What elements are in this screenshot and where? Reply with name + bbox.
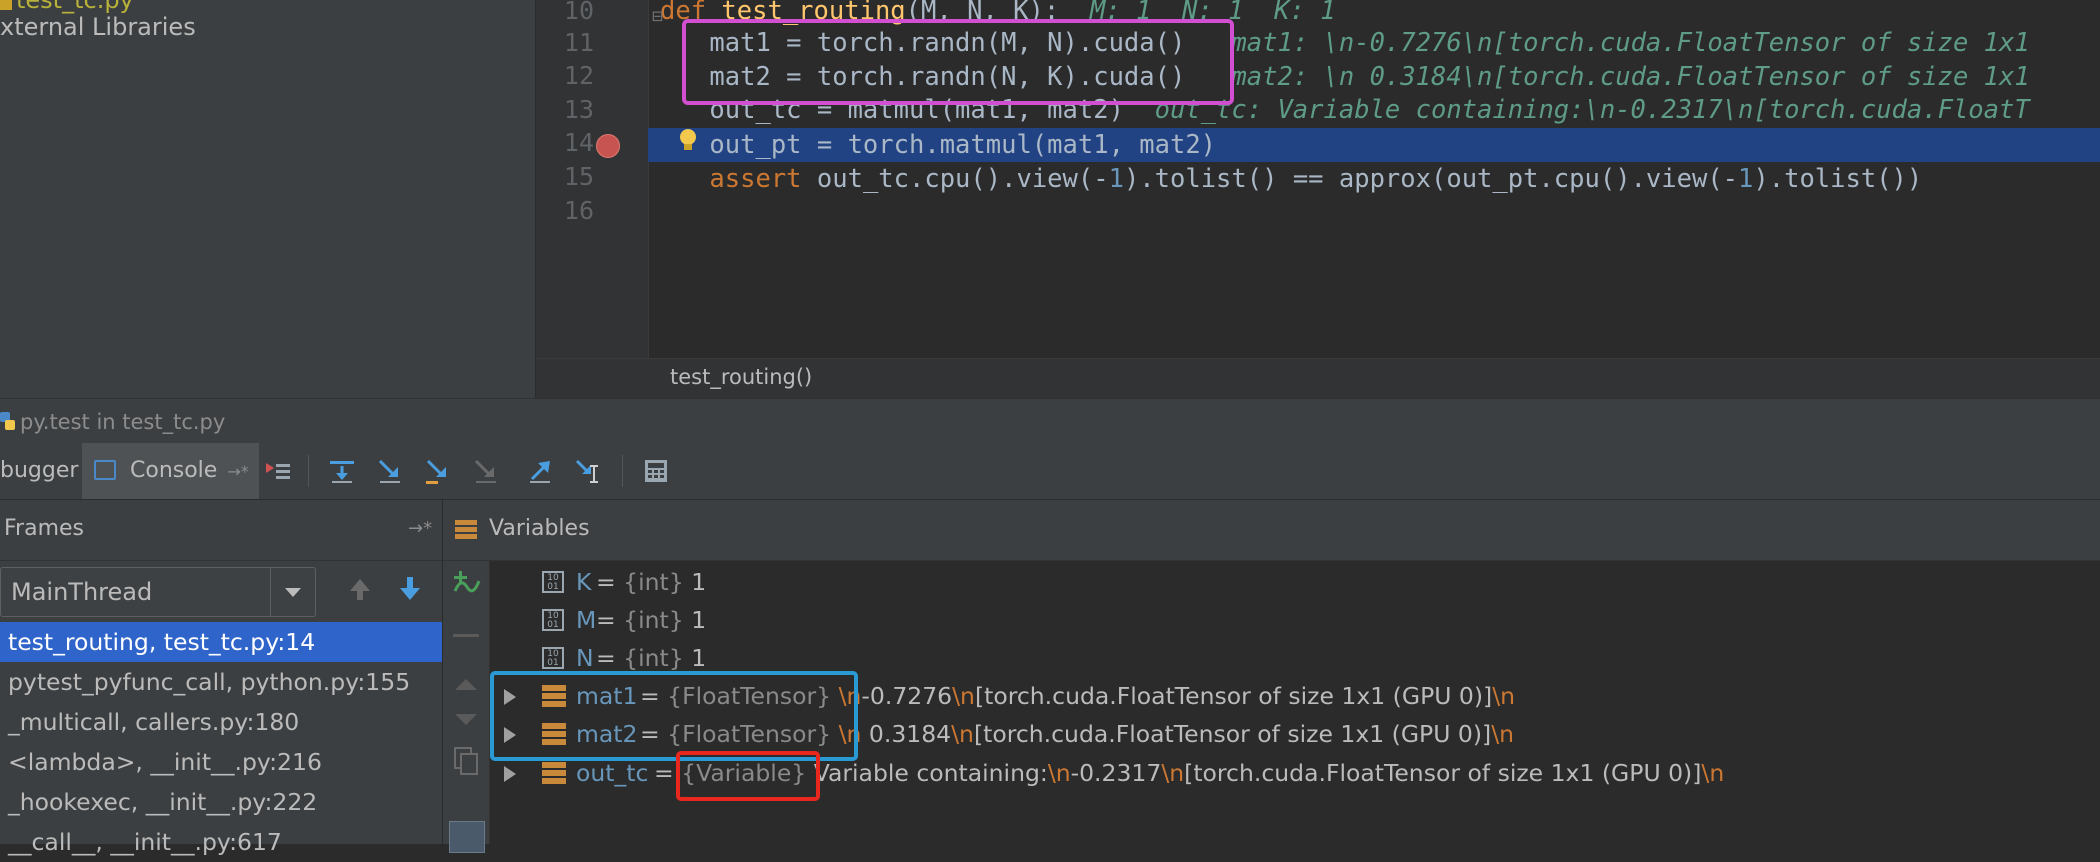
thread-select-value: MainThread <box>11 578 153 606</box>
variables-title: Variables <box>489 516 590 541</box>
line-number: 15 <box>563 162 594 191</box>
python-file-icon <box>0 0 12 10</box>
step-into-my-code-icon[interactable] <box>424 457 452 485</box>
previous-frame-icon[interactable] <box>346 573 374 605</box>
force-step-into-icon[interactable] <box>472 457 500 485</box>
object-icon <box>542 762 566 784</box>
highlight-box-pink <box>682 19 1234 105</box>
lightbulb-icon[interactable] <box>678 128 698 154</box>
variables-tree[interactable]: 10 01 K = {int} 1 10 01 M = {int} 1 10 01 N… <box>490 561 2100 844</box>
line-number: 11 <box>563 28 594 57</box>
step-over-icon[interactable] <box>328 457 356 485</box>
step-out-icon[interactable] <box>526 457 554 485</box>
toolbar-separator <box>622 455 623 487</box>
variables-icon <box>455 520 477 539</box>
line-number: 12 <box>563 61 594 90</box>
frames-pane: MainThread test_routing, test_tc.py:14 p… <box>0 561 442 856</box>
code-line-15: assert out_tc.cpu().view(-1).tolist() ==… <box>648 164 1923 194</box>
line-number: 14 <box>563 128 594 157</box>
frame-item[interactable]: test_routing, test_tc.py:14 <box>0 622 442 662</box>
debug-toolbar: bugger Console →* <box>0 443 2100 500</box>
primitive-icon: 10 01 <box>542 571 564 593</box>
run-to-cursor-icon[interactable] <box>574 457 602 485</box>
line-number: 10 <box>563 0 594 25</box>
thread-select[interactable]: MainThread <box>0 567 316 617</box>
editor-breadcrumb[interactable]: test_routing() <box>536 358 2100 398</box>
frame-item[interactable]: _hookexec, __init__.py:222 <box>0 782 442 822</box>
tree-item-label: xternal Libraries <box>0 13 196 41</box>
code-line-14-current: out_pt = torch.matmul(mat1, mat2) <box>648 128 2100 162</box>
toolbar-separator <box>308 455 309 487</box>
run-config-title: py.test in test_tc.py <box>20 410 226 434</box>
next-frame-icon[interactable] <box>396 573 424 605</box>
primitive-icon: 10 01 <box>542 647 564 669</box>
primitive-icon: 10 01 <box>542 609 564 631</box>
editor-gutter: 10 11 12 13 14 15 16 <box>536 0 648 398</box>
frame-item[interactable]: _multicall, callers.py:180 <box>0 702 442 742</box>
pin-icon[interactable]: →* <box>227 462 248 481</box>
line-number: 16 <box>563 196 594 225</box>
tree-item-external-libraries[interactable]: xternal Libraries <box>0 13 196 41</box>
run-tool-window-title: py.test in test_tc.py <box>0 398 2100 444</box>
move-down-icon[interactable] <box>453 711 479 729</box>
line-number: 13 <box>563 95 594 124</box>
frame-item[interactable]: <lambda>, __init__.py:216 <box>0 742 442 782</box>
new-watch-icon[interactable] <box>451 569 481 599</box>
frames-title: Frames <box>4 516 85 541</box>
tree-item-test-file[interactable]: test_tc.py <box>0 0 134 14</box>
tab-debugger[interactable]: bugger <box>0 443 86 499</box>
frames-header: Frames →* <box>0 500 442 561</box>
pin-icon[interactable]: →* <box>408 518 432 539</box>
expand-arrow-icon[interactable] <box>504 766 516 782</box>
tree-item-label: test_tc.py <box>16 0 134 14</box>
frame-item[interactable]: pytest_pyfunc_call, python.py:155 <box>0 662 442 702</box>
frame-item[interactable]: __call__, __init__.py:617 <box>0 822 442 862</box>
chevron-down-icon[interactable] <box>270 568 315 616</box>
move-up-icon[interactable] <box>453 675 479 693</box>
variables-toolbar <box>443 561 490 853</box>
breadcrumb-function[interactable]: test_routing() <box>670 365 812 389</box>
show-execution-point-icon[interactable] <box>264 457 292 485</box>
highlight-box-red <box>676 751 820 801</box>
code-editor[interactable]: 10 11 12 13 14 15 16 ⊟ def test_routing(M… <box>536 0 2100 398</box>
console-icon <box>94 460 116 480</box>
evaluate-expression-icon[interactable] <box>642 457 670 485</box>
project-tree-pane: test_tc.py xternal Libraries <box>0 0 536 398</box>
show-watches-icon[interactable] <box>449 821 485 853</box>
variables-header: Variables <box>443 500 2100 561</box>
breakpoint-icon[interactable] <box>596 134 620 158</box>
copy-icon[interactable] <box>453 746 479 776</box>
step-into-icon[interactable] <box>376 457 404 485</box>
python-icon <box>0 412 15 430</box>
highlight-box-blue <box>490 671 858 761</box>
remove-watch-icon[interactable] <box>453 634 479 637</box>
